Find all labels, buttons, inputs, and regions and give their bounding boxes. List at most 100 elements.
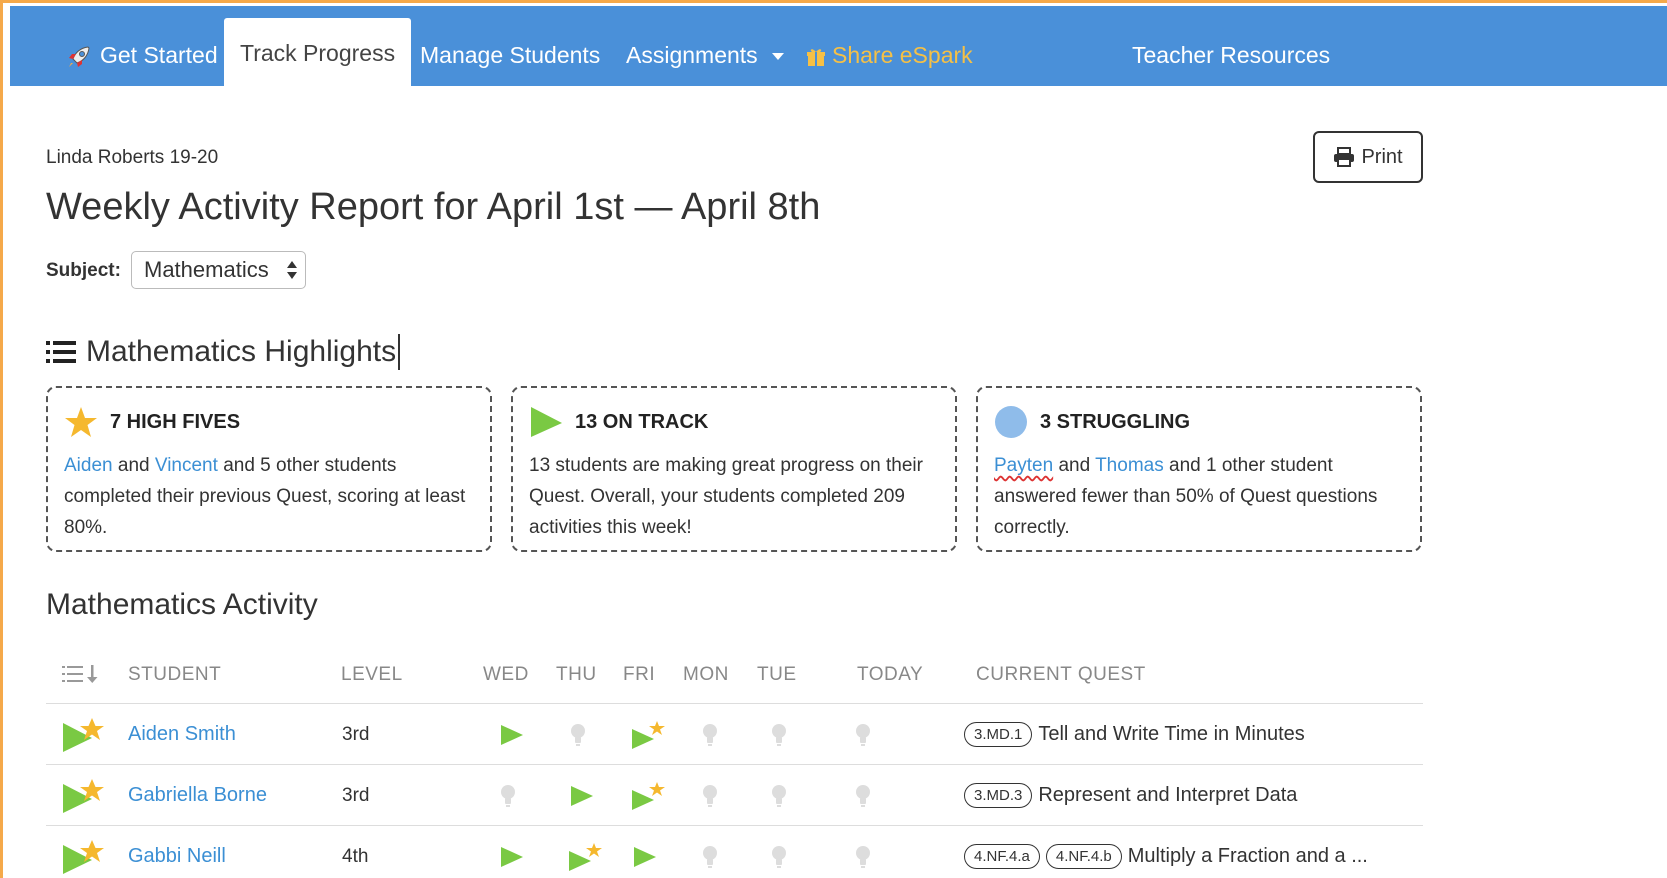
top-nav: Get Started Track Progress Manage Studen…: [10, 6, 1667, 86]
highlights-heading: Mathematics Highlights: [46, 334, 401, 370]
lightbulb-icon: [703, 784, 717, 807]
col-today: TODAY: [857, 664, 924, 685]
day-activity: [771, 765, 787, 826]
card-text: 13 students are making great progress on…: [529, 455, 923, 538]
lightbulb-icon: [772, 784, 786, 807]
col-tue: TUE: [757, 664, 797, 685]
nav-manage-students[interactable]: Manage Students: [404, 24, 616, 86]
current-quest[interactable]: 4.NF.4.a 4.NF.4.b Multiply a Fraction and …: [964, 826, 1368, 878]
student-name-link[interactable]: Gabbi Neill: [128, 826, 226, 878]
day-activity: [702, 826, 718, 878]
col-fri: FRI: [623, 664, 656, 685]
day-activity: [500, 704, 524, 765]
lightbulb-icon: [501, 784, 515, 807]
day-activity: [771, 704, 787, 765]
day-activity: [771, 826, 787, 878]
play-star-icon: [63, 839, 104, 874]
activity-heading: Mathematics Activity: [46, 588, 318, 621]
subject-label: Subject:: [46, 260, 121, 281]
card-title: 13 ON TRACK: [575, 410, 709, 433]
day-activity: [500, 765, 516, 826]
nav-teacher-resources[interactable]: Teacher Resources: [1116, 24, 1346, 86]
status-cell: [62, 704, 108, 765]
nav-get-started[interactable]: Get Started: [50, 24, 234, 86]
lightbulb-icon: [856, 845, 870, 868]
card-title: 3 STRUGGLING: [1040, 410, 1191, 433]
quest-title: Tell and Write Time in Minutes: [1038, 723, 1305, 745]
student-name-link[interactable]: Aiden Smith: [128, 704, 236, 765]
class-name: Linda Roberts 19-20: [46, 147, 219, 168]
play-star-icon: [63, 717, 104, 752]
subject-select[interactable]: Mathematics: [131, 251, 306, 289]
card-high-fives: 7 HIGH FIVES Aiden and Vincent and 5 oth…: [46, 386, 492, 552]
list-icon: [46, 341, 76, 363]
standard-badge: 4.NF.4.a: [964, 844, 1040, 869]
day-activity: [702, 704, 718, 765]
nav-share-espark[interactable]: Share eSpark: [790, 24, 989, 86]
day-activity: [855, 765, 871, 826]
student-name-link[interactable]: Gabriella Borne: [128, 765, 267, 826]
lightbulb-icon: [772, 845, 786, 868]
col-student[interactable]: STUDENT: [128, 664, 221, 686]
card-text: Payten and Thomas and 1 other student an…: [994, 455, 1378, 538]
day-activity: [855, 826, 871, 878]
card-on-track: 13 ON TRACK 13 students are making great…: [511, 386, 957, 552]
day-activity: [855, 704, 871, 765]
student-link[interactable]: Payten: [994, 455, 1053, 476]
table-row: Aiden Smith 3rd 3.MD.1 Tell and Write Time …: [46, 704, 1423, 765]
quest-title: Represent and Interpret Data: [1038, 784, 1298, 806]
play-icon: [571, 785, 593, 806]
star-icon: [65, 407, 97, 437]
day-activity: [570, 765, 594, 826]
play-star-icon: [63, 778, 104, 813]
nav-manage-students-label: Manage Students: [420, 42, 601, 68]
day-activity: [568, 826, 604, 878]
student-level: 3rd: [342, 784, 370, 806]
day-activity: [631, 704, 667, 765]
nav-track-progress[interactable]: Track Progress: [224, 18, 412, 86]
print-button[interactable]: Print: [1313, 131, 1423, 183]
nav-assignments[interactable]: Assignments: [610, 24, 800, 86]
circle-icon: [995, 406, 1027, 438]
play-star-icon: [569, 842, 602, 871]
printer-icon: [1334, 147, 1355, 167]
nav-teacher-resources-label: Teacher Resources: [1132, 42, 1331, 68]
status-cell: [62, 765, 108, 826]
page-title: Weekly Activity Report for April 1st — A…: [46, 186, 821, 228]
current-quest[interactable]: 3.MD.1 Tell and Write Time in Minutes: [964, 704, 1305, 765]
col-current-quest: CURRENT QUEST: [976, 664, 1146, 685]
gift-icon: [807, 49, 825, 66]
caret-down-icon: [772, 52, 785, 60]
play-star-icon: [632, 781, 665, 810]
standard-badge: 4.NF.4.b: [1045, 844, 1122, 869]
play-icon: [634, 846, 656, 867]
card-title: 7 HIGH FIVES: [110, 410, 241, 433]
nav-track-progress-label: Track Progress: [240, 40, 396, 66]
card-struggling: 3 STRUGGLING Payten and Thomas and 1 oth…: [976, 386, 1422, 552]
lightbulb-icon: [856, 784, 870, 807]
day-activity: [633, 826, 657, 878]
standard-badge: 3.MD.1: [964, 722, 1033, 747]
current-quest[interactable]: 3.MD.3 Represent and Interpret Data: [964, 765, 1297, 826]
col-level: LEVEL: [341, 664, 403, 685]
lightbulb-icon: [856, 723, 870, 746]
lightbulb-icon: [571, 723, 585, 746]
day-activity: [570, 704, 586, 765]
student-link[interactable]: Thomas: [1095, 455, 1164, 476]
lightbulb-icon: [703, 723, 717, 746]
student-link[interactable]: Vincent: [155, 455, 218, 476]
nav-share-espark-label: Share eSpark: [832, 42, 973, 68]
table-row: Gabriella Borne 3rd 3.MD.3 Represent and In…: [46, 765, 1423, 826]
quest-title: Multiply a Fraction and a ...: [1127, 845, 1368, 867]
card-text: Aiden and Vincent and 5 other students c…: [64, 455, 466, 538]
table-header: STUDENT LEVEL WED THU FRI MON TUE TODAY …: [46, 646, 1423, 704]
lightbulb-icon: [703, 845, 717, 868]
nav-get-started-label: Get Started: [100, 42, 218, 68]
day-activity: [702, 765, 718, 826]
sort-list-icon[interactable]: [62, 664, 100, 684]
student-link[interactable]: Aiden: [64, 455, 113, 476]
play-icon: [501, 846, 523, 867]
col-wed: WED: [483, 664, 529, 685]
student-level: 4th: [342, 845, 369, 867]
play-icon: [501, 724, 523, 745]
